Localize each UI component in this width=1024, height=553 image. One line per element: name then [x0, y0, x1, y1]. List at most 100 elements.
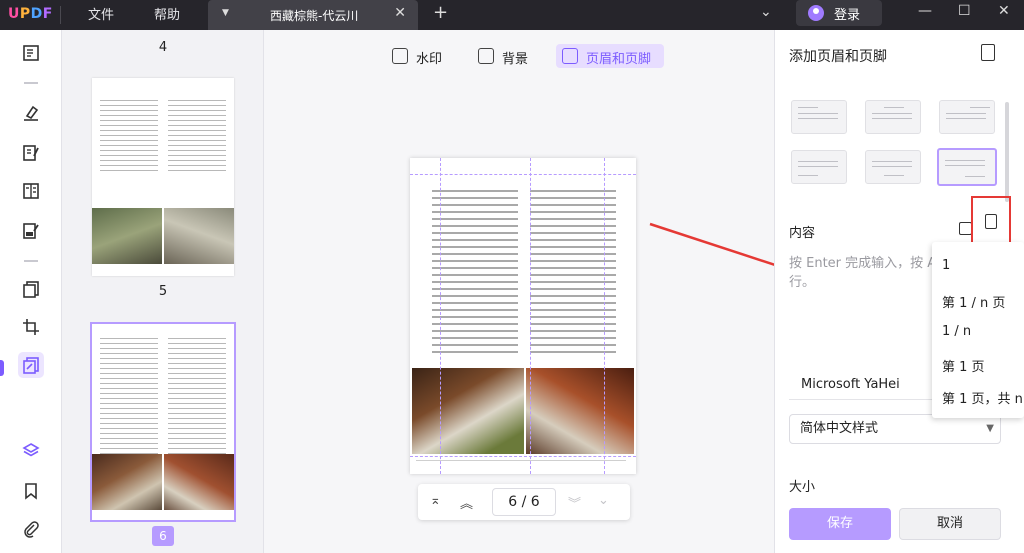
pages-icon: [23, 281, 39, 298]
photo-snow-leopard-left: [412, 368, 524, 454]
caret-down-icon[interactable]: ▼: [222, 8, 229, 18]
chevron-down-icon[interactable]: ⌄: [760, 4, 772, 20]
margin-guide: [604, 158, 605, 474]
reader-icon: [23, 45, 39, 61]
template-thumbnail[interactable]: [791, 150, 847, 184]
page-thumbnail-5[interactable]: [90, 322, 236, 522]
template-thumbnail-selected[interactable]: [937, 148, 997, 186]
menu-item-format-4[interactable]: 第 1 页: [942, 356, 985, 375]
last-page-icon[interactable]: ⌄: [598, 493, 609, 508]
bookmark-icon: [25, 483, 37, 500]
panel-scrollbar[interactable]: [1005, 102, 1009, 202]
page-thumbnail-4[interactable]: [92, 78, 234, 276]
highlighter-icon: [24, 105, 39, 121]
text-block: [100, 338, 158, 458]
template-thumbnail[interactable]: [939, 100, 995, 134]
title-bar: UPDF 文件 帮助 ▼ 西藏棕熊-代云川 ✕ + ⌄ 登录 — ☐ ✕: [0, 0, 1024, 30]
active-tool-indicator: [0, 360, 4, 376]
footer-line: [416, 460, 626, 461]
document-tab[interactable]: ▼ 西藏棕熊-代云川 ✕: [208, 0, 418, 30]
divider: [24, 260, 38, 262]
crop-icon: [23, 319, 39, 335]
chevron-down-icon: ▼: [986, 423, 994, 434]
pdf-page-preview[interactable]: [410, 158, 636, 474]
page-number-label: 5: [158, 284, 168, 299]
page-number-label: 4: [158, 40, 168, 55]
bookmark-button[interactable]: [18, 478, 44, 504]
login-label: 登录: [834, 8, 861, 23]
photo: [164, 454, 234, 510]
signature-icon: [23, 223, 39, 239]
minimize-icon[interactable]: —: [918, 3, 932, 19]
cancel-button[interactable]: 取消: [899, 508, 1001, 540]
document-tab-title: 西藏棕熊-代云川: [270, 9, 359, 23]
page-number-format-menu: 1 第 1 / n 页 1 / n 第 1 页 第 1 页，共 n 页: [932, 242, 1024, 418]
sign-tool-button[interactable]: [18, 218, 44, 244]
layers-icon: [22, 443, 40, 457]
template-thumbnail[interactable]: [791, 100, 847, 134]
menu-item-format-3[interactable]: 1 / n: [942, 324, 971, 339]
comment-tool-button[interactable]: [18, 100, 44, 126]
text-block: [168, 100, 226, 175]
new-tab-plus-icon[interactable]: +: [433, 2, 448, 23]
page-number-field[interactable]: 6 / 6: [492, 488, 556, 516]
photo: [92, 454, 162, 510]
next-page-icon[interactable]: ︾: [568, 493, 581, 512]
export-template-icon[interactable]: [981, 44, 995, 61]
edit-tool-button[interactable]: [18, 140, 44, 166]
menu-file[interactable]: 文件: [88, 4, 114, 23]
margin-guide: [440, 158, 441, 474]
header-guide: [410, 174, 636, 175]
left-toolbar: [0, 30, 62, 553]
thumbnail-panel: 4 5 6: [62, 30, 264, 553]
number-style-select[interactable]: 简体中文样式 ▼: [789, 414, 1001, 444]
size-label: 大小: [789, 480, 816, 495]
updf-logo: UPDF: [8, 6, 53, 22]
text-block: [168, 338, 226, 458]
menu-item-format-1[interactable]: 1: [942, 258, 950, 273]
avatar-icon: [808, 5, 824, 21]
selected-page-number[interactable]: 6: [152, 526, 174, 546]
form-tool-button[interactable]: [18, 178, 44, 204]
first-page-icon[interactable]: ⌅: [430, 493, 441, 508]
photo: [92, 208, 162, 264]
login-button[interactable]: 登录: [796, 0, 882, 26]
maximize-icon[interactable]: ☐: [958, 3, 971, 19]
divider: [24, 82, 38, 84]
header-footer-icon: [562, 48, 578, 64]
attachment-button[interactable]: [18, 516, 44, 542]
page-navigator: ⌅ ︽ 6 / 6 ︾ ⌄: [418, 484, 630, 520]
tab-watermark[interactable]: 水印: [386, 44, 450, 68]
menu-item-format-2[interactable]: 第 1 / n 页: [942, 292, 1005, 311]
background-icon: [478, 48, 494, 64]
photo: [164, 208, 234, 264]
number-style-value: 简体中文样式: [800, 421, 879, 436]
footer-guide: [410, 456, 636, 457]
template-thumbnail[interactable]: [865, 150, 921, 184]
paperclip-icon: [24, 521, 39, 538]
text-column: [432, 190, 518, 358]
tab-header-footer[interactable]: 页眉和页脚: [556, 44, 664, 68]
watermark-icon: [392, 48, 408, 64]
close-window-icon[interactable]: ✕: [998, 3, 1010, 19]
tab-background[interactable]: 背景: [472, 44, 536, 68]
form-icon: [23, 183, 39, 199]
layers-button[interactable]: [18, 438, 44, 464]
font-select[interactable]: Microsoft YaHei: [789, 370, 939, 400]
menu-help[interactable]: 帮助: [154, 4, 180, 23]
template-thumbnail[interactable]: [865, 100, 921, 134]
close-tab-icon[interactable]: ✕: [394, 5, 406, 21]
edit-pdf-icon: [23, 145, 39, 161]
reader-tool-button[interactable]: [18, 40, 44, 66]
previous-page-icon[interactable]: ︽: [460, 493, 473, 512]
page-tools-button[interactable]: [18, 352, 44, 378]
save-button[interactable]: 保存: [789, 508, 891, 540]
organize-pages-button[interactable]: [18, 276, 44, 302]
margin-guide: [530, 158, 531, 474]
menu-item-format-5[interactable]: 第 1 页，共 n 页: [942, 388, 1024, 407]
watermark-tool-icon: [23, 357, 39, 374]
text-block: [100, 100, 158, 175]
content-label: 内容: [789, 226, 816, 241]
page-number-icon: [985, 214, 997, 229]
crop-tool-button[interactable]: [18, 314, 44, 340]
